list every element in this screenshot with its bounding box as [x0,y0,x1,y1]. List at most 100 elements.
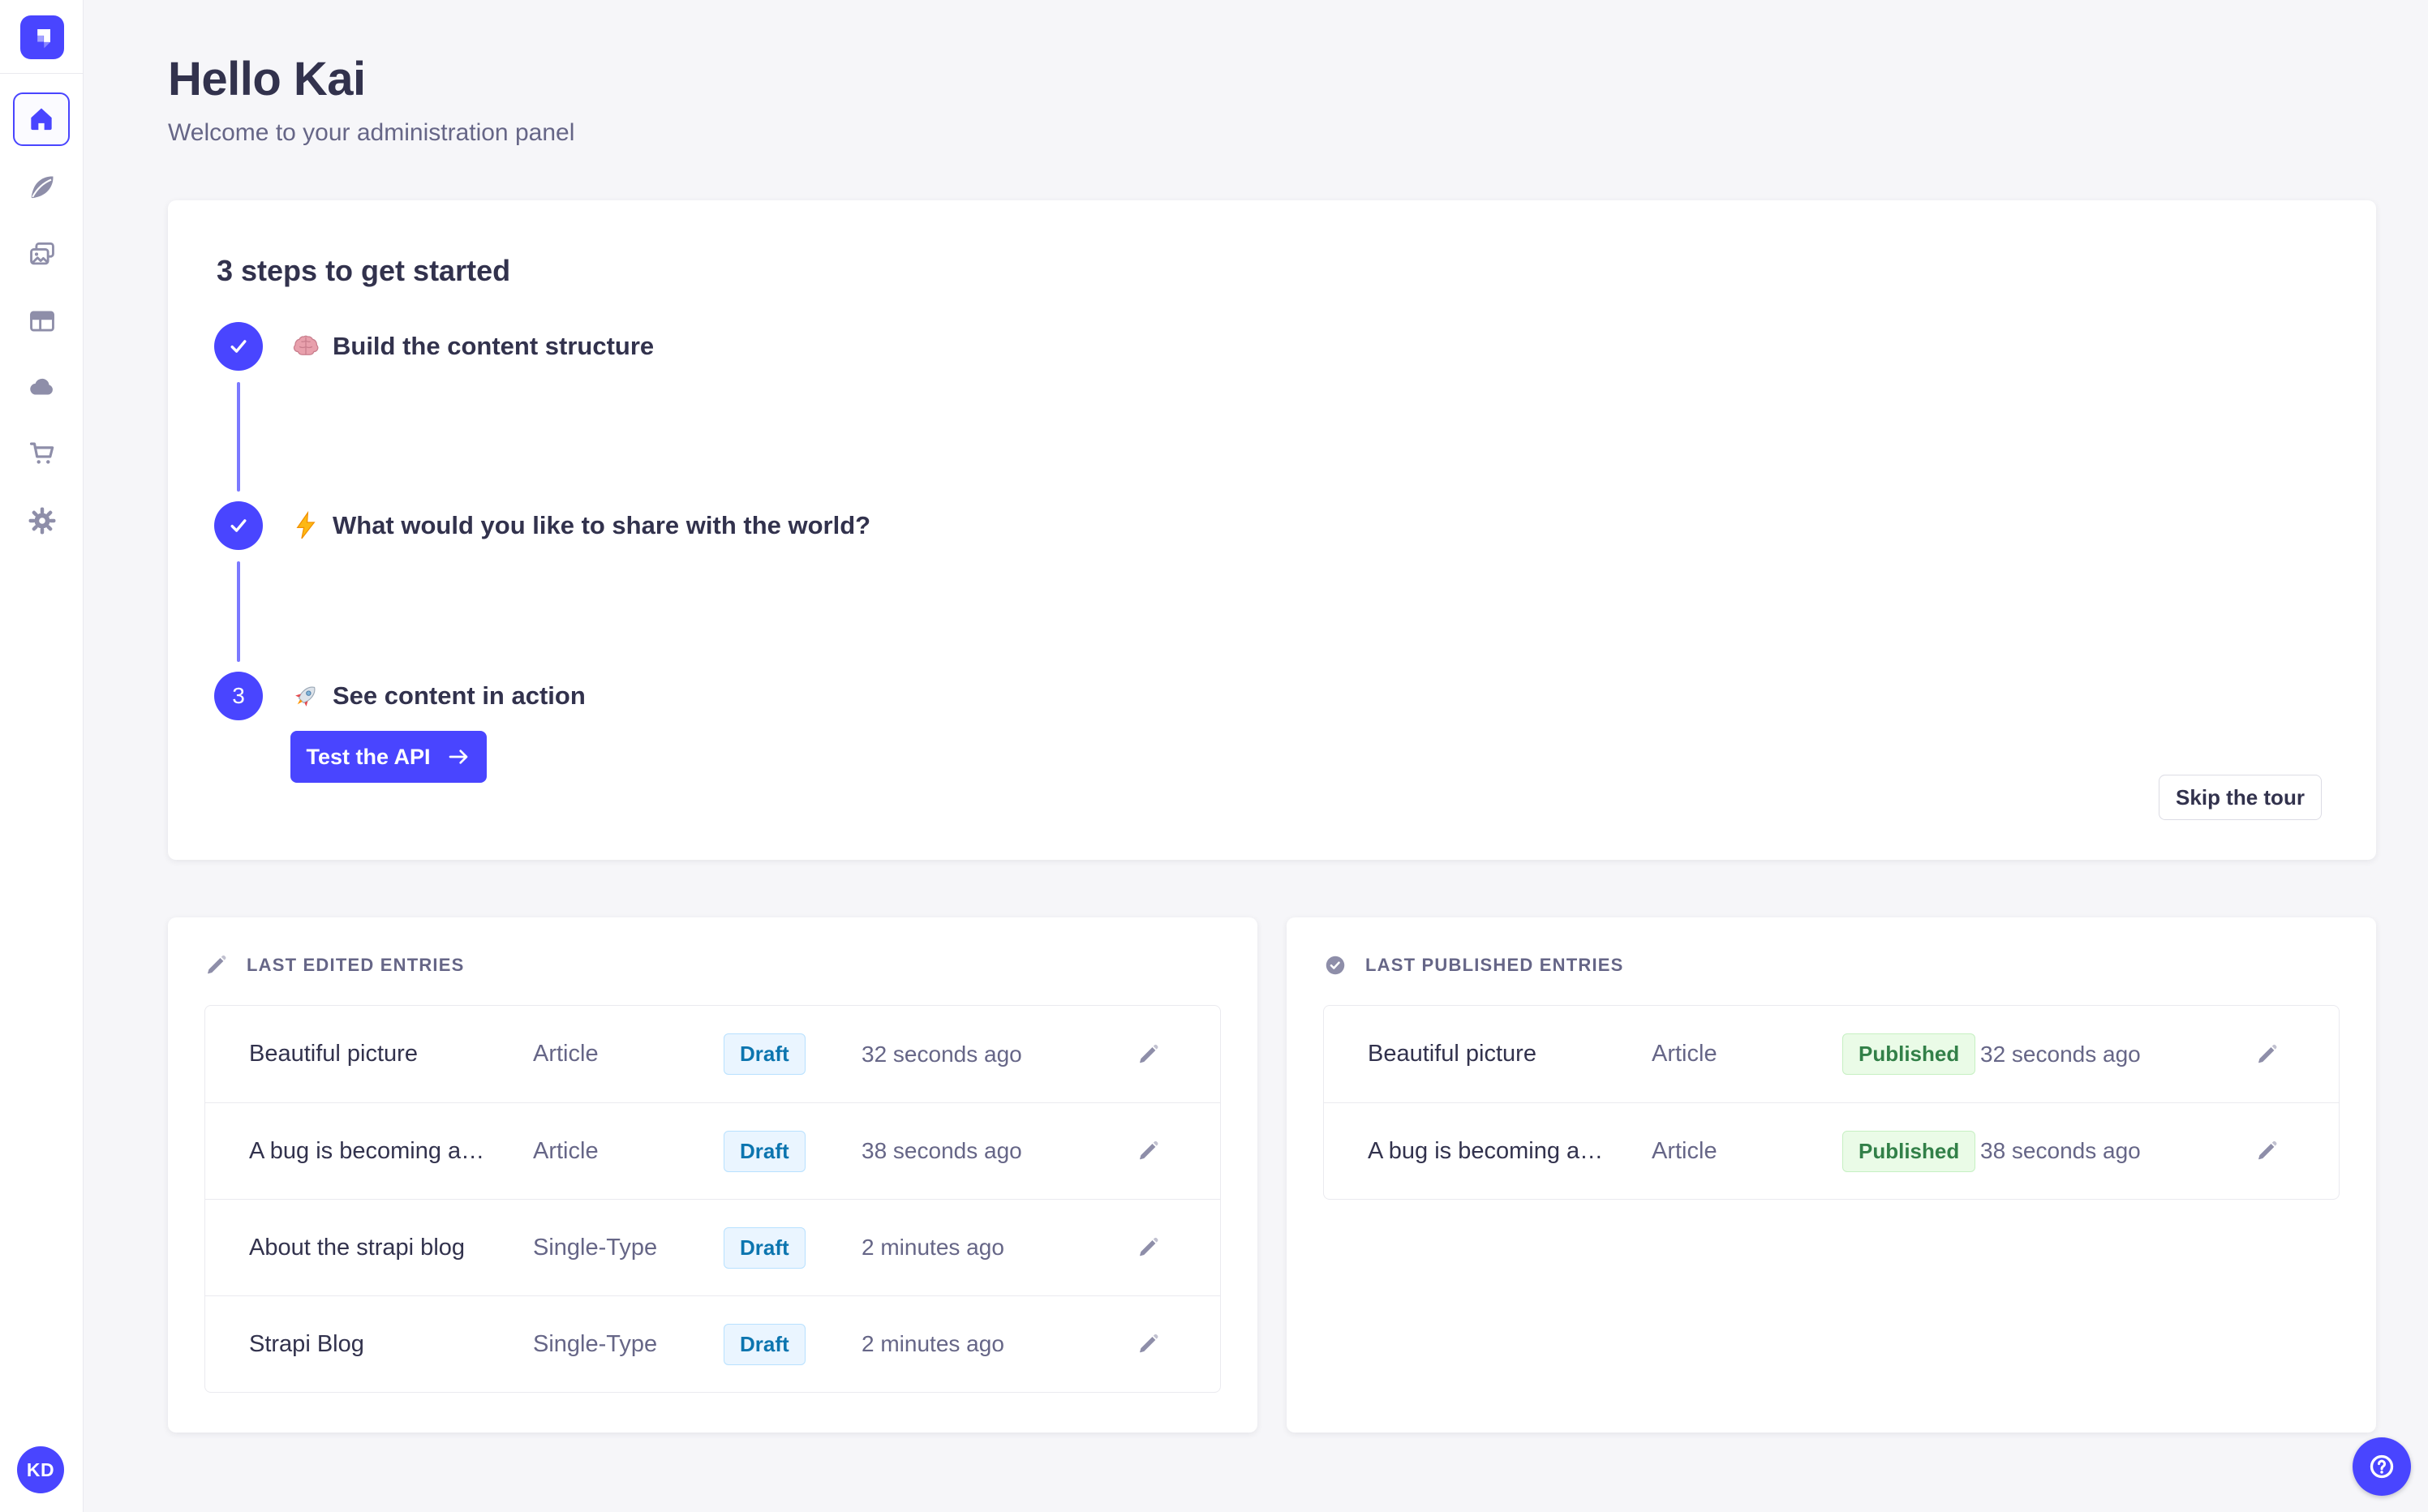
table-row: Strapi Blog Single-Type Draft 2 minutes … [205,1295,1220,1392]
rocket-emoji-icon [290,681,321,711]
entry-title: About the strapi blog [249,1234,466,1261]
last-edited-header: LAST EDITED ENTRIES [204,953,1221,977]
entry-title: Beautiful picture [249,1041,418,1067]
feather-icon [31,176,54,199]
page-title: Hello Kai [168,53,366,105]
lightning-emoji-icon [290,510,321,541]
entry-time: 32 seconds ago [1980,1041,2141,1067]
step1-check-circle [214,322,263,371]
cart-icon [29,442,54,464]
pencil-icon [208,955,226,974]
entries-section: LAST EDITED ENTRIES Beautiful picture Ar… [168,917,2376,1433]
main-content: Hello Kai Welcome to your administration… [84,0,2428,1433]
arrow-right-icon [449,750,467,764]
test-api-button[interactable]: Test the API [290,731,487,783]
pencil-icon [2258,1140,2277,1160]
sidebar-item-media-library[interactable] [22,234,62,274]
sidebar-divider [0,73,83,74]
status-badge: Published [1842,1033,1976,1075]
entry-time: 2 minutes ago [862,1331,1004,1356]
entry-type: Article [533,1137,599,1164]
pencil-icon [1140,1140,1158,1160]
entry-title: Strapi Blog [249,1330,364,1357]
pencil-icon [1140,1237,1158,1256]
step2-label: What would you like to share with the wo… [333,511,871,539]
step1-label: Build the content structure [333,332,655,360]
step3-label: See content in action [333,681,586,710]
entry-title: A bug is becoming a… [249,1137,485,1164]
entry-title: Beautiful picture [1368,1041,1536,1067]
step2-row: What would you like to share with the wo… [290,510,870,541]
onboarding-title: 3 steps to get started [217,254,511,287]
strapi-logo [20,15,64,59]
table-row: Beautiful picture Article Draft 32 secon… [205,1006,1220,1102]
strapi-logo-icon [37,29,50,49]
table-row: About the strapi blog Single-Type Draft … [205,1199,1220,1295]
edit-entry-button[interactable] [2250,1037,2285,1072]
last-published-card: LAST PUBLISHED ENTRIES Beautiful picture… [1287,917,2376,1433]
table-row: A bug is becoming a… Article Published 3… [1324,1102,2339,1199]
edit-entry-button[interactable] [2250,1133,2285,1169]
last-edited-title: LAST EDITED ENTRIES [247,955,465,975]
status-badge: Draft [724,1226,806,1269]
gear-icon [28,507,56,535]
status-badge: Draft [724,1323,806,1365]
sidebar-item-marketplace[interactable] [22,433,62,474]
sidebar-item-cloud[interactable] [22,367,62,407]
user-avatar[interactable]: KD [17,1446,64,1493]
status-badge: Draft [724,1033,806,1075]
home-icon [31,108,52,131]
pencil-icon [1140,1334,1158,1353]
entry-type: Single-Type [533,1234,658,1261]
onboarding-card: 3 steps to get started Build the content… [168,200,2376,860]
step2-check-circle [214,501,263,550]
last-published-title: LAST PUBLISHED ENTRIES [1365,955,1624,975]
status-badge: Published [1842,1130,1976,1172]
pencil-icon [2258,1044,2277,1063]
last-edited-card: LAST EDITED ENTRIES Beautiful picture Ar… [168,917,1257,1433]
edit-entry-button[interactable] [1131,1230,1167,1265]
status-badge: Draft [724,1130,806,1172]
edit-entry-button[interactable] [1131,1326,1167,1362]
entry-time: 32 seconds ago [862,1041,1022,1067]
step3-row: See content in action [290,681,586,711]
step3-number-circle: 3 [214,672,263,720]
entry-type: Article [533,1041,599,1067]
last-published-table: Beautiful picture Article Published 32 s… [1323,1005,2340,1200]
check-icon [230,340,247,353]
entry-time: 38 seconds ago [1980,1138,2141,1163]
step-connector-2 [237,561,240,662]
question-mark-icon [2370,1454,2394,1479]
entry-type: Article [1652,1137,1717,1164]
check-icon [230,519,247,532]
step1-row: Build the content structure [290,331,654,362]
table-row: Beautiful picture Article Published 32 s… [1324,1006,2339,1102]
pictures-icon [30,242,54,265]
pencil-icon [1140,1044,1158,1063]
edit-entry-button[interactable] [1131,1133,1167,1169]
brain-emoji-icon [290,331,321,362]
last-edited-table: Beautiful picture Article Draft 32 secon… [204,1005,1221,1393]
sidebar-item-settings[interactable] [22,500,62,541]
entry-time: 2 minutes ago [862,1235,1004,1260]
test-api-label: Test the API [306,744,431,769]
table-row: A bug is becoming a… Article Draft 38 se… [205,1102,1220,1199]
edit-entry-button[interactable] [1131,1037,1167,1072]
sidebar-item-content-type-builder[interactable] [22,301,62,341]
step3-number: 3 [232,683,245,708]
page-subtitle: Welcome to your administration panel [168,119,575,146]
entry-time: 38 seconds ago [862,1138,1022,1163]
sidebar-item-home[interactable] [13,92,70,146]
entry-title: A bug is becoming a… [1368,1137,1604,1164]
help-button[interactable] [2353,1437,2411,1496]
entry-type: Single-Type [533,1330,658,1357]
check-circle-icon [1326,956,1345,975]
step-connector-1 [237,382,240,492]
sidebar-item-content-manager[interactable] [22,167,62,208]
layout-icon [30,311,54,332]
sidebar: KD [0,0,84,1512]
last-published-header: LAST PUBLISHED ENTRIES [1323,953,2340,977]
skip-tour-button[interactable]: Skip the tour [2159,775,2322,820]
entry-type: Article [1652,1041,1717,1067]
cloud-icon [30,378,53,395]
